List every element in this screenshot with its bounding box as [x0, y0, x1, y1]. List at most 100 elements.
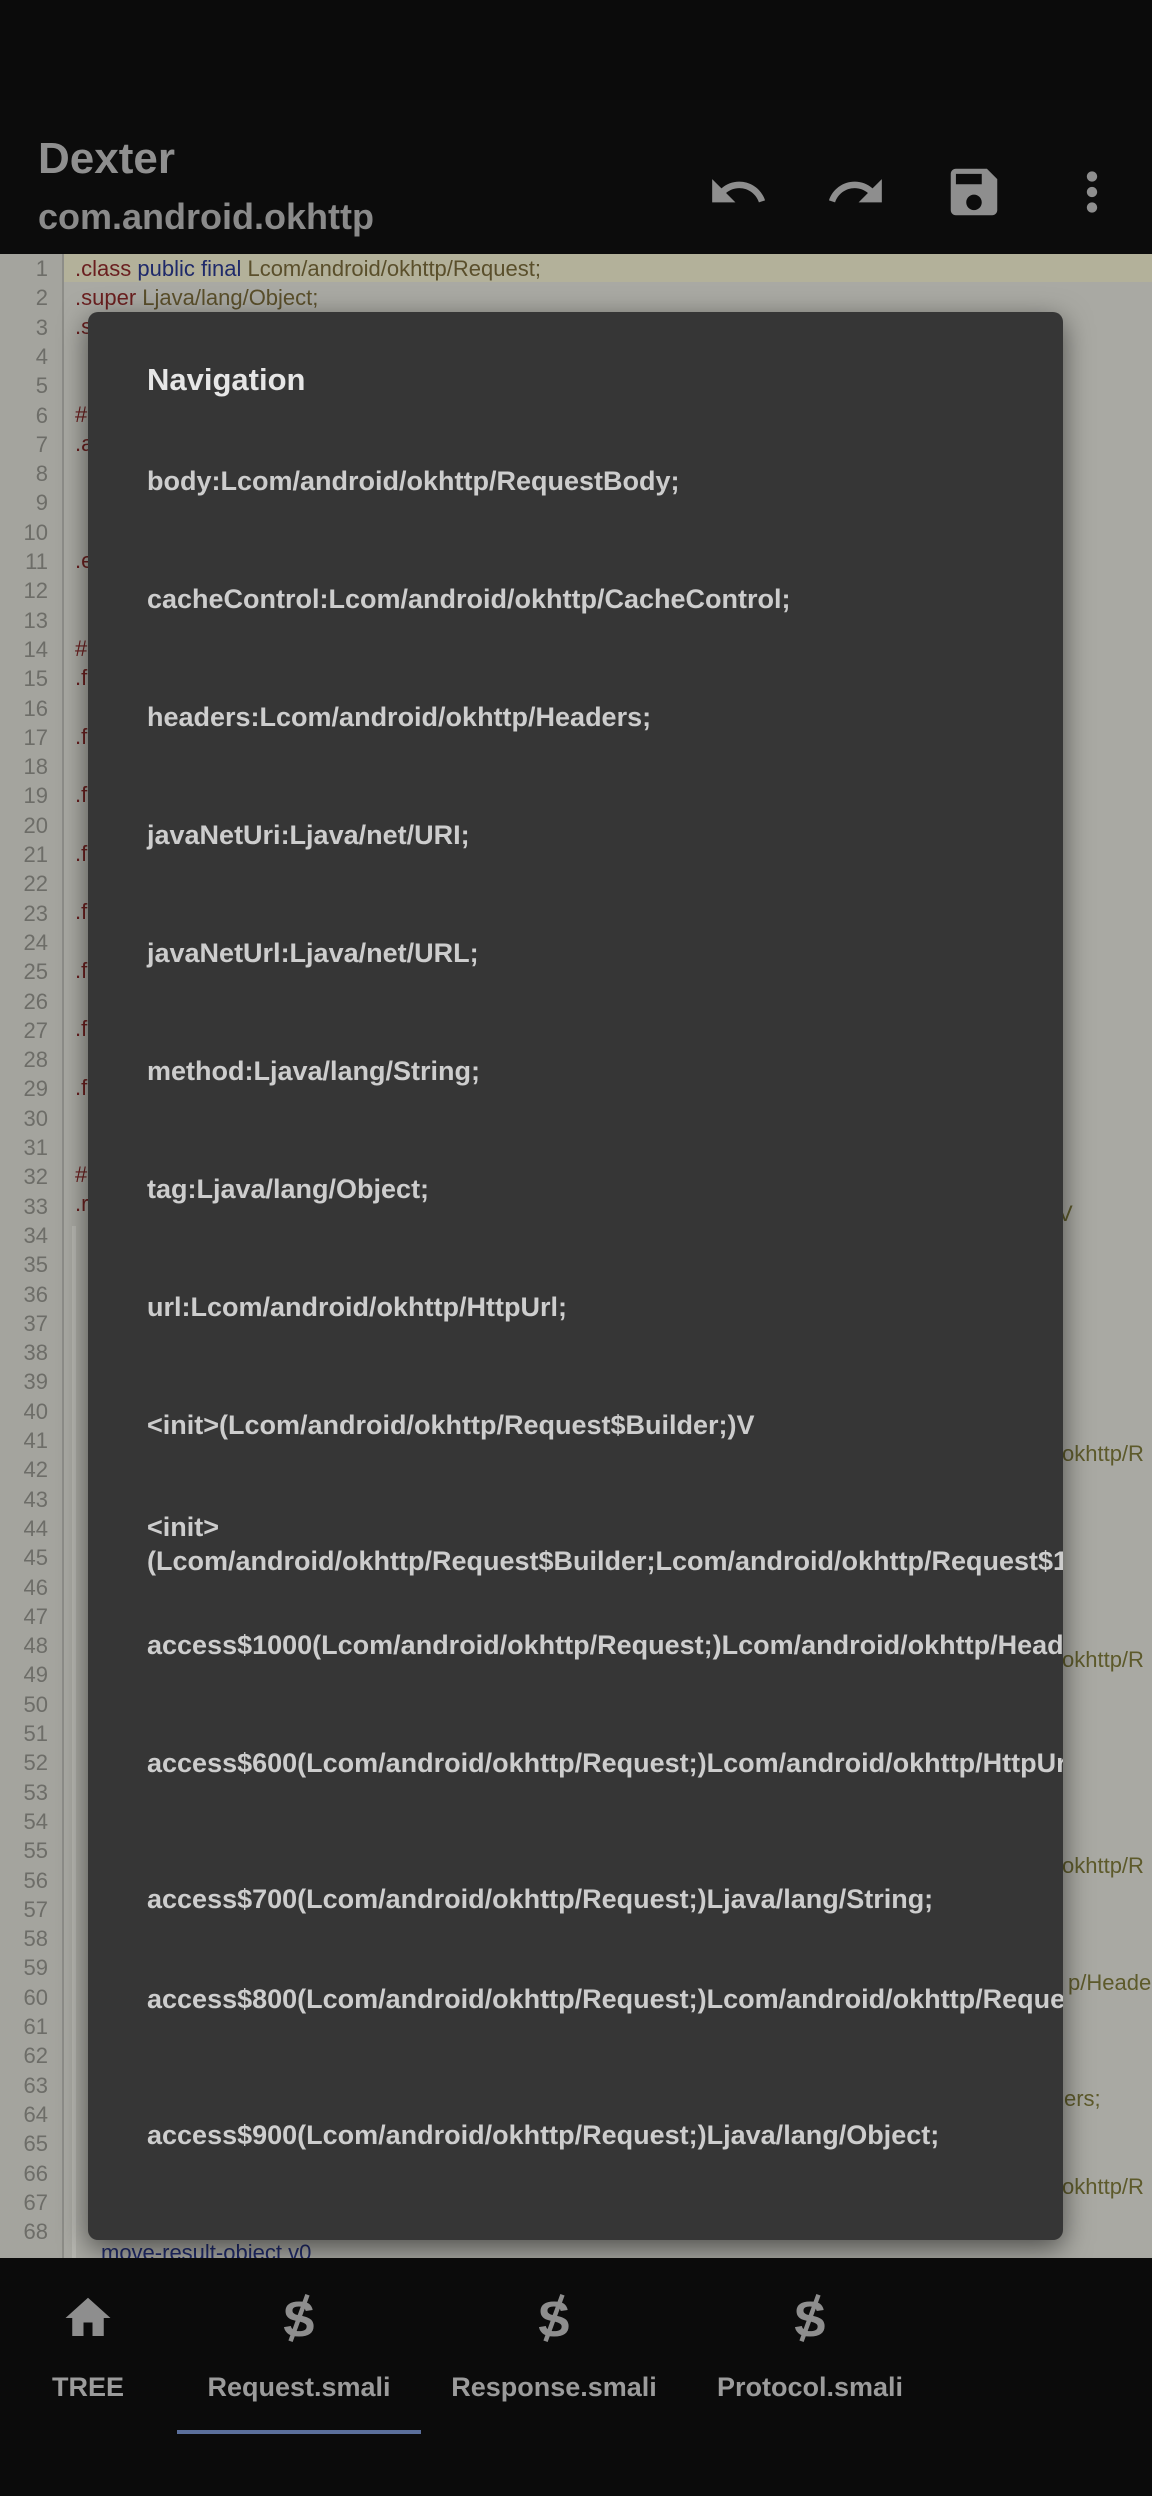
navigation-item[interactable]: <init>(Lcom/android/okhttp/Request$Build…: [147, 1510, 1063, 1578]
modifiers: public final: [137, 256, 242, 281]
line-number: 3: [35, 314, 48, 340]
line-number: 32: [23, 1164, 48, 1190]
code-line-23: .f: [75, 899, 88, 924]
navigation-item[interactable]: access$800(Lcom/android/okhttp/Request;)…: [147, 1982, 1063, 2016]
line-number: 35: [23, 1252, 48, 1278]
undo-button[interactable]: [690, 144, 786, 240]
line-number-gutter: 1 2 3 4 5 6 7 8 9 10 11 12 13 14 15 16 17 18 19 20 21 22 23 24 2…: [0, 254, 64, 2258]
class-descriptor: Ljava/lang/Object;: [142, 285, 319, 310]
code-line-29: .f: [75, 1075, 88, 1100]
more-options-button[interactable]: [1044, 144, 1140, 240]
home-icon: [58, 2288, 118, 2348]
code-line-17: .f: [75, 724, 88, 749]
tab-label: Request.smali: [207, 2372, 391, 2402]
line-number: 10: [23, 519, 48, 545]
tab-label: Response.smali: [451, 2372, 657, 2402]
code-line-68: move-result-object v0: [101, 2240, 312, 2258]
line-number: 46: [23, 1574, 48, 1600]
navigation-item[interactable]: tag:Ljava/lang/Object;: [147, 1172, 1027, 1206]
line-number: 17: [23, 724, 48, 750]
tab-tree[interactable]: TREE: [38, 2258, 138, 2434]
tab-request-smali[interactable]: S Request.smali: [199, 2258, 399, 2434]
status-bar: [0, 0, 1152, 100]
line-number: 51: [23, 1721, 48, 1746]
line-number: 40: [23, 1398, 48, 1424]
code-fragment-55: okhttp/R: [1062, 1853, 1144, 1878]
line-number: 52: [23, 1750, 48, 1776]
smali-s-icon: S: [269, 2288, 329, 2348]
save-button[interactable]: [926, 144, 1022, 240]
code-line-33: .r: [75, 1191, 89, 1216]
line-number: 55: [23, 1838, 48, 1864]
line-number: 64: [23, 2101, 48, 2127]
navigation-item[interactable]: access$600(Lcom/android/okhttp/Request;)…: [147, 1746, 1063, 1780]
tab-protocol-smali[interactable]: S Protocol.smali: [705, 2258, 915, 2434]
navigation-item[interactable]: access$1000(Lcom/android/okhttp/Request;…: [147, 1628, 1063, 1662]
navigation-item[interactable]: url:Lcom/android/okhttp/HttpUrl;: [147, 1290, 1027, 1324]
line-number: 43: [23, 1486, 48, 1512]
navigation-item[interactable]: access$900(Lcom/android/okhttp/Request;)…: [147, 2118, 1027, 2152]
code-line-32: #: [75, 1162, 88, 1187]
directive: .class: [75, 256, 132, 281]
line-number: 31: [23, 1135, 48, 1160]
app-title: Dexter: [38, 134, 175, 183]
navigation-item[interactable]: javaNetUrl:Ljava/net/URL;: [147, 936, 1027, 970]
navigation-item[interactable]: method:Ljava/lang/String;: [147, 1054, 1027, 1088]
bottom-tab-bar: TREE S Request.smali S Response.smali S …: [0, 2258, 1152, 2434]
line-number: 47: [23, 1603, 48, 1629]
line-number: 57: [23, 1896, 48, 1922]
code-fragment-63: ers;: [1064, 2086, 1101, 2111]
navigation-dialog: Navigation body:Lcom/android/okhttp/Requ…: [88, 312, 1063, 2240]
navigation-item[interactable]: body:Lcom/android/okhttp/RequestBody;: [147, 464, 1027, 498]
redo-icon: [828, 179, 882, 203]
line-number: 63: [23, 2072, 48, 2098]
code-line-19: .f: [75, 782, 88, 807]
code-line-25: .f: [75, 958, 88, 983]
line-number: 5: [35, 373, 48, 399]
navigation-item[interactable]: body()Lcom/android/okhttp/RequestBody;: [147, 2236, 1027, 2240]
line-number: 45: [23, 1545, 48, 1571]
line-number: 68: [23, 2219, 48, 2245]
line-number: 7: [35, 431, 48, 457]
save-icon: [950, 168, 998, 216]
line-number: 21: [23, 842, 48, 867]
app-subtitle: com.android.okhttp: [38, 196, 374, 237]
line-number: 62: [23, 2043, 48, 2069]
line-number: 12: [23, 578, 48, 604]
code-fragment-66: okhttp/R: [1062, 2174, 1144, 2199]
line-number: 38: [23, 1340, 48, 1366]
line-number: 2: [35, 285, 48, 311]
navigation-item[interactable]: cacheControl:Lcom/android/okhttp/CacheCo…: [147, 582, 1027, 616]
line-number: 67: [23, 2189, 48, 2215]
line-number: 16: [23, 695, 48, 721]
code-fragment-41: okhttp/R: [1062, 1441, 1144, 1466]
line-number: 6: [35, 402, 48, 428]
directive: .super: [75, 285, 137, 310]
class-descriptor: Lcom/android/okhttp/Request;: [247, 256, 541, 281]
system-navigation-bar: [0, 2434, 1152, 2496]
line-number: 29: [23, 1076, 48, 1102]
line-number: 65: [23, 2131, 48, 2157]
line-number: 9: [35, 490, 48, 516]
redo-button[interactable]: [808, 144, 904, 240]
line-number: 26: [23, 988, 48, 1014]
tab-response-smali[interactable]: S Response.smali: [444, 2258, 664, 2434]
navigation-item[interactable]: access$700(Lcom/android/okhttp/Request;)…: [147, 1882, 1027, 1916]
line-number: 37: [23, 1310, 48, 1336]
navigation-item[interactable]: javaNetUri:Ljava/net/URI;: [147, 818, 1027, 852]
line-number: 20: [23, 812, 48, 838]
line-number: 28: [23, 1047, 48, 1073]
navigation-item[interactable]: headers:Lcom/android/okhttp/Headers;: [147, 700, 1027, 734]
line-number: 19: [23, 783, 48, 809]
code-fragment-59: p/Heade: [1068, 1970, 1152, 1995]
smali-s-icon: S: [524, 2288, 584, 2348]
tab-label: Protocol.smali: [716, 2372, 904, 2402]
line-number: 25: [23, 959, 48, 985]
line-number: 66: [23, 2160, 48, 2186]
line-number: 36: [23, 1281, 48, 1307]
navigation-item[interactable]: <init>(Lcom/android/okhttp/Request$Build…: [147, 1408, 1027, 1442]
code-line-21: .f: [75, 841, 88, 866]
line-number: 11: [25, 549, 48, 574]
line-number: 50: [23, 1691, 48, 1717]
code-line-14: #: [75, 636, 88, 661]
